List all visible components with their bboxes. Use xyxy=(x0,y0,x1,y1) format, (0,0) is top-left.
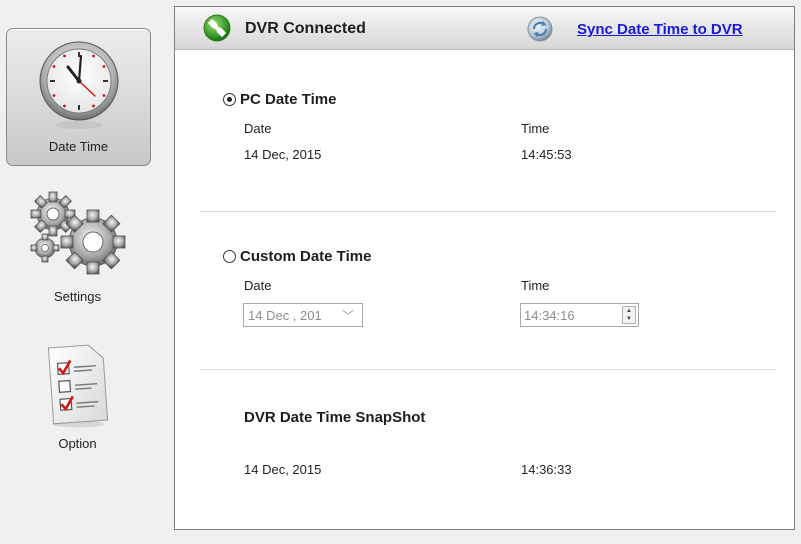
radio-unchecked-icon[interactable] xyxy=(223,250,236,263)
chevron-down-icon[interactable]: ﹀ xyxy=(342,307,354,324)
checklist-icon xyxy=(47,344,108,428)
sidebar-item-label: Date Time xyxy=(48,139,109,154)
section-divider xyxy=(200,369,776,370)
panel-header: DVR Connected Sync Date Time to DVR xyxy=(175,7,794,50)
custom-time-value: 14:34:16 xyxy=(524,308,575,323)
sidebar-item-label: Settings xyxy=(54,289,101,304)
custom-date-time-radio[interactable]: Custom Date Time xyxy=(223,248,371,265)
pc-date-label: Date xyxy=(244,121,272,136)
date-time-panel: DVR Connected Sync Date Time to DVR PC D… xyxy=(174,6,795,530)
clock-icon xyxy=(39,41,118,129)
gears-icon xyxy=(30,191,125,275)
connection-status: DVR Connected xyxy=(245,20,366,37)
spin-down-icon[interactable]: ▼ xyxy=(623,315,635,323)
dvr-date-value: 14 Dec, 2015 xyxy=(244,462,322,477)
connected-plug-icon xyxy=(203,14,231,42)
sidebar-item-label: Option xyxy=(58,436,97,451)
custom-date-value: 14 Dec , 201 xyxy=(248,308,322,323)
section-divider xyxy=(200,211,776,212)
sync-date-time-link[interactable]: Sync Date Time to DVR xyxy=(577,21,743,38)
sidebar-item-settings[interactable]: Settings xyxy=(6,188,149,308)
spin-up-icon[interactable]: ▲ xyxy=(623,307,635,315)
pc-time-label: Time xyxy=(521,121,550,136)
pc-date-time-title: PC Date Time xyxy=(240,91,337,108)
dvr-time-value: 14:36:33 xyxy=(521,462,572,477)
sidebar: Date Time Settings Option xyxy=(0,0,165,544)
spinner-buttons: ▲ ▼ xyxy=(622,306,636,324)
custom-date-label: Date xyxy=(244,278,272,293)
sync-icon[interactable] xyxy=(527,16,553,42)
dvr-snapshot-title: DVR Date Time SnapShot xyxy=(244,409,426,426)
sidebar-item-date-time[interactable]: Date Time xyxy=(6,28,151,166)
custom-date-time-title: Custom Date Time xyxy=(240,248,372,265)
radio-checked-icon[interactable] xyxy=(223,93,236,106)
sidebar-item-option[interactable]: Option xyxy=(6,336,149,458)
custom-time-label: Time xyxy=(521,278,550,293)
pc-date-value: 14 Dec, 2015 xyxy=(244,147,322,162)
pc-date-time-radio[interactable]: PC Date Time xyxy=(223,91,336,108)
pc-time-value: 14:45:53 xyxy=(521,147,572,162)
custom-date-picker[interactable]: 14 Dec , 201 ﹀ xyxy=(243,303,363,327)
custom-time-spinner[interactable]: 14:34:16 ▲ ▼ xyxy=(520,303,639,327)
